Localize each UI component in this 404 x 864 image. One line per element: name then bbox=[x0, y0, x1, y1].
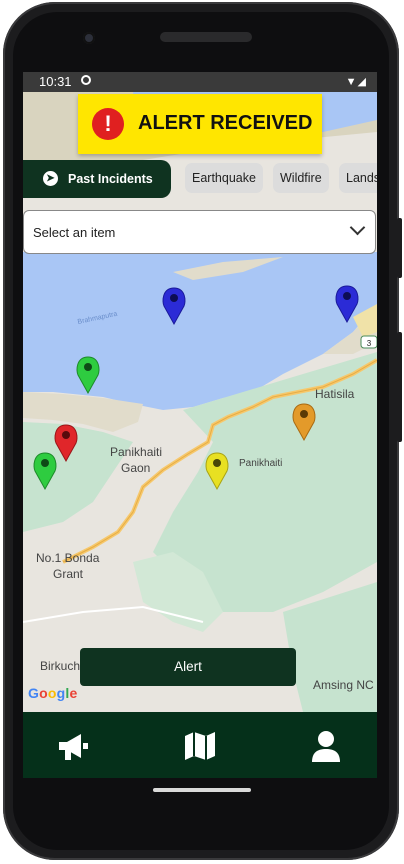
alert-banner-text: ALERT RECEIVED bbox=[138, 112, 313, 134]
place-label-panikhaiti: Panikhaiti bbox=[239, 458, 282, 469]
highway-number: 3 bbox=[367, 339, 372, 348]
chevron-down-icon bbox=[349, 219, 366, 236]
status-time: 10:31 bbox=[39, 74, 72, 89]
incident-filter-chips: ➤ Past Incidents Earthquake Wildfire Lan… bbox=[23, 160, 377, 198]
place-label-bonda-1: No.1 Bonda bbox=[36, 551, 100, 565]
chip-landslide[interactable]: Lands bbox=[339, 163, 377, 193]
place-label-birkuch: Birkuch bbox=[40, 659, 80, 673]
bottom-navigation bbox=[23, 712, 377, 778]
chip-wildfire[interactable]: Wildfire bbox=[273, 163, 329, 193]
volume-button bbox=[397, 218, 402, 278]
place-label-amsing: Amsing NC bbox=[313, 678, 374, 692]
google-logo: Google bbox=[28, 685, 78, 701]
chip-past-incidents[interactable]: ➤ Past Incidents bbox=[23, 160, 171, 198]
alert-icon: ! bbox=[92, 108, 124, 140]
chip-past-incidents-label: Past Incidents bbox=[68, 172, 153, 186]
sim-icon bbox=[81, 75, 91, 85]
chip-earthquake[interactable]: Earthquake bbox=[185, 163, 263, 193]
place-label-panikhaiti-gaon-1: Panikhaiti bbox=[110, 445, 162, 459]
alert-received-banner: ! ALERT RECEIVED bbox=[78, 94, 322, 154]
earpiece-speaker bbox=[160, 32, 252, 42]
home-indicator[interactable] bbox=[153, 788, 251, 792]
place-label-panikhaiti-gaon-2: Gaon bbox=[121, 461, 150, 475]
front-camera bbox=[83, 32, 95, 44]
power-button bbox=[397, 332, 402, 442]
map-icon[interactable] bbox=[180, 726, 220, 766]
select-value: Select an item bbox=[33, 225, 116, 240]
place-label-hatisila: Hatisila bbox=[315, 387, 355, 401]
app-screen: 10:31 ▼◢ 3 Brahmaputra har Hatisila Pani… bbox=[23, 72, 377, 778]
megaphone-icon[interactable] bbox=[53, 726, 93, 766]
item-select-dropdown[interactable]: Select an item bbox=[23, 210, 376, 254]
signal-battery-icons: ▼◢ bbox=[345, 76, 367, 88]
compass-icon: ➤ bbox=[43, 171, 58, 186]
profile-icon[interactable] bbox=[306, 726, 346, 766]
place-label-bonda-2: Grant bbox=[53, 567, 84, 581]
status-bar: 10:31 ▼◢ bbox=[23, 72, 377, 92]
alert-button[interactable]: Alert bbox=[80, 648, 296, 686]
